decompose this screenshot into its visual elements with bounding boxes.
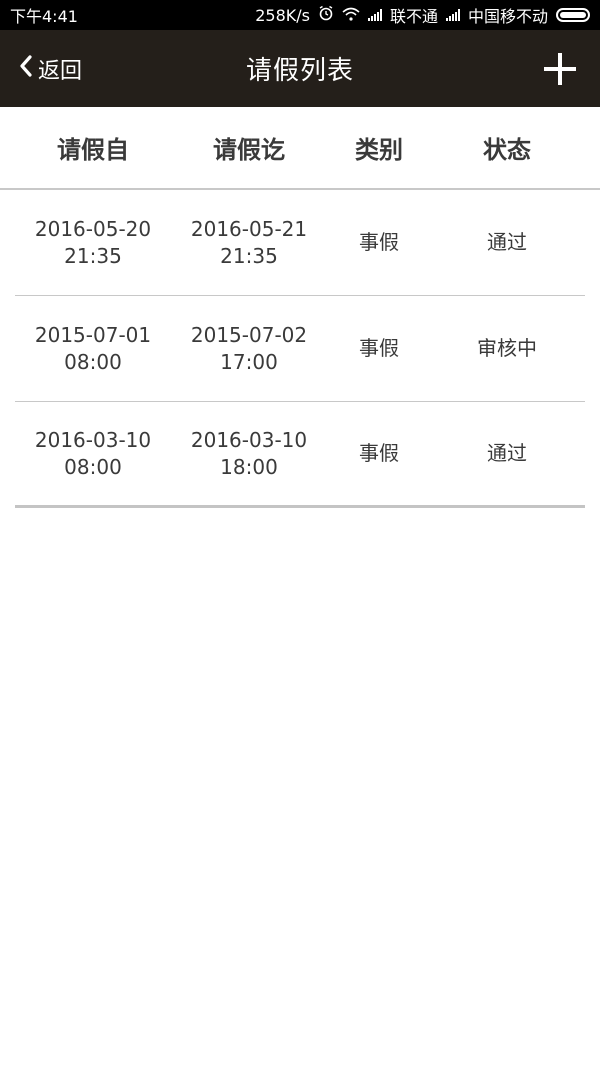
to-date: 2016-03-10 bbox=[190, 427, 308, 452]
to-cell: 2015-07-02 17:00 bbox=[171, 296, 327, 401]
signal-icon bbox=[445, 9, 460, 21]
header-type: 类别 bbox=[355, 136, 403, 164]
from-date: 2016-05-20 bbox=[34, 216, 152, 241]
to-date: 2016-05-21 bbox=[190, 216, 308, 241]
page-title: 请假列表 bbox=[245, 56, 354, 86]
to-date: 2015-07-02 bbox=[190, 322, 308, 347]
app-bar: 返回 请假列表 bbox=[0, 30, 600, 107]
from-date: 2016-03-10 bbox=[34, 427, 152, 452]
add-leave-button[interactable] bbox=[542, 51, 578, 87]
to-time: 18:00 bbox=[220, 454, 278, 479]
header-status: 状态 bbox=[483, 136, 531, 164]
type-cell: 事假 bbox=[359, 230, 399, 254]
signal-icon bbox=[367, 9, 382, 21]
to-cell: 2016-05-21 21:35 bbox=[171, 190, 327, 295]
type-cell: 事假 bbox=[359, 336, 399, 360]
alarm-icon bbox=[318, 5, 334, 25]
status-cell: 审核中 bbox=[477, 336, 537, 360]
from-cell: 2016-05-20 21:35 bbox=[15, 190, 171, 295]
status-bar: 下午4:41 258K/s 联不通 中国移不动 bbox=[0, 0, 600, 30]
carrier-1: 联不通 bbox=[389, 7, 438, 26]
table-header: 请假自 请假讫 类别 状态 bbox=[0, 107, 600, 190]
header-from: 请假自 bbox=[57, 136, 129, 164]
header-to: 请假讫 bbox=[213, 136, 285, 164]
from-cell: 2015-07-01 08:00 bbox=[15, 296, 171, 401]
status-time: 下午4:41 bbox=[10, 7, 78, 26]
status-cell: 通过 bbox=[487, 441, 527, 465]
table-row[interactable]: 2016-03-10 08:00 2016-03-10 18:00 事假 通过 bbox=[15, 402, 585, 508]
status-cell: 通过 bbox=[487, 230, 527, 254]
leave-list: 2016-05-20 21:35 2016-05-21 21:35 事假 通过 … bbox=[15, 190, 585, 508]
type-cell: 事假 bbox=[359, 441, 399, 465]
carrier-2: 中国移不动 bbox=[467, 7, 548, 26]
from-time: 21:35 bbox=[64, 243, 122, 268]
from-time: 08:00 bbox=[64, 349, 122, 374]
from-time: 08:00 bbox=[64, 454, 122, 479]
table-row[interactable]: 2015-07-01 08:00 2015-07-02 17:00 事假 审核中 bbox=[15, 296, 585, 402]
wifi-icon bbox=[342, 6, 360, 25]
plus-icon bbox=[542, 53, 578, 91]
to-cell: 2016-03-10 18:00 bbox=[171, 402, 327, 505]
battery-icon bbox=[556, 8, 590, 22]
from-date: 2015-07-01 bbox=[34, 322, 152, 347]
to-time: 21:35 bbox=[220, 243, 278, 268]
to-time: 17:00 bbox=[220, 349, 278, 374]
from-cell: 2016-03-10 08:00 bbox=[15, 402, 171, 505]
network-speed: 258K/s bbox=[255, 5, 310, 25]
table-row[interactable]: 2016-05-20 21:35 2016-05-21 21:35 事假 通过 bbox=[15, 190, 585, 296]
